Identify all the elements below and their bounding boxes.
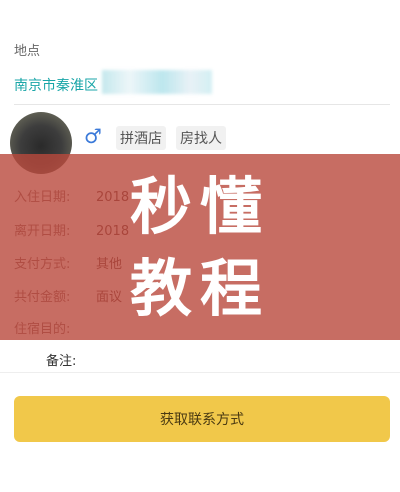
note-label: 备注: [46,354,77,369]
divider [14,104,390,105]
get-contact-button[interactable]: 获取联系方式 [14,396,390,442]
address-text[interactable]: 南京市秦淮区 [14,75,98,95]
overlay-title-line1: 秒懂 [129,170,270,243]
location-label: 地点 [14,44,41,59]
overlay-title-line2: 教程 [129,252,270,325]
tag-room-seeking-person: 房找人 [176,126,226,150]
note-divider [0,372,400,373]
male-icon: ♂ [84,124,102,148]
tag-share-hotel: 拼酒店 [116,126,166,150]
address-redaction [102,70,212,94]
